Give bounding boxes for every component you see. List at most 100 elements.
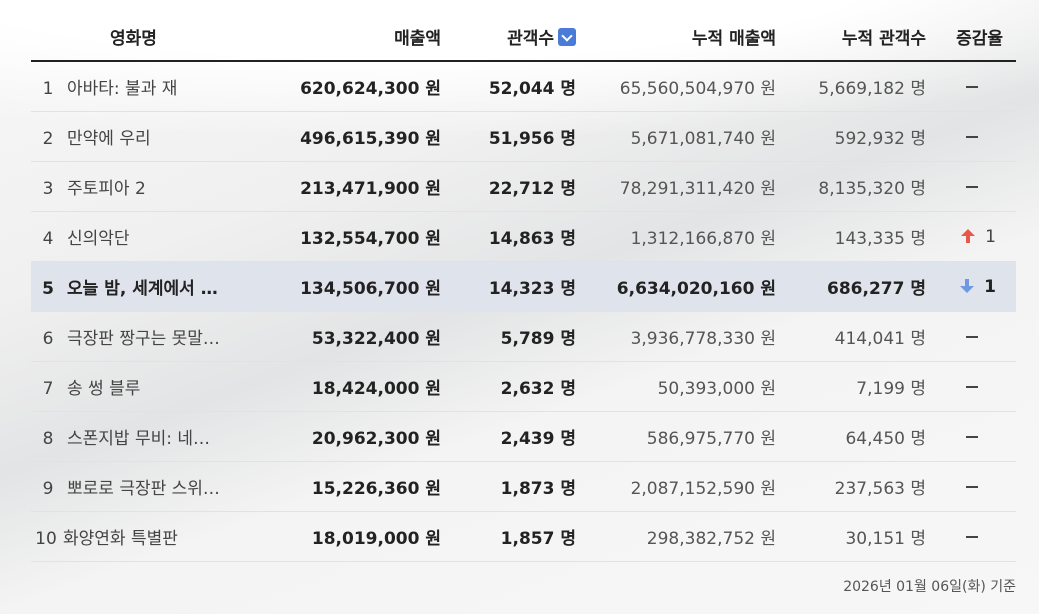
audience-cell: 1,857 명 [441, 511, 576, 562]
movie-title-link[interactable]: 극장판 짱구는 못말… [67, 329, 220, 349]
cum-sales-cell: 3,936,778,330 원 [576, 311, 776, 362]
movie-title-cell[interactable]: 4 신의악단 [31, 211, 236, 262]
movie-title-link[interactable]: 화양연화 특별판 [63, 529, 178, 549]
table-header: 영화명 매출액 관객수 누적 매출액 누적 관객수 증감율 [31, 12, 1016, 62]
change-cell [926, 61, 1016, 112]
rank-number: 2 [42, 129, 54, 149]
audience-cell: 1,873 명 [441, 461, 576, 512]
table-row[interactable]: 3 주토피아 2 213,471,900 원 22,712 명 78,291,311,4… [31, 161, 1016, 212]
sales-cell: 53,322,400 원 [236, 311, 441, 362]
audience-cell: 14,323 명 [441, 261, 576, 312]
rank-number: 4 [42, 229, 54, 249]
movie-title-cell[interactable]: 3 주토피아 2 [31, 161, 236, 212]
cum-audience-cell: 5,669,182 명 [776, 61, 926, 112]
cum-sales-cell: 5,671,081,740 원 [576, 111, 776, 162]
change-value: 1 [984, 276, 996, 297]
no-change-dash-icon [966, 485, 978, 488]
movie-title-cell[interactable]: 2 만약에 우리 [31, 111, 236, 162]
rank-number: 1 [42, 79, 54, 99]
cum-audience-cell: 686,277 명 [776, 261, 926, 312]
reference-date: 2026년 01월 06일(화) 기준 [843, 579, 1016, 595]
table-row[interactable]: 8 스폰지밥 무비: 네… 20,962,300 원 2,439 명 586,975,7… [31, 411, 1016, 462]
audience-cell: 52,044 명 [441, 61, 576, 112]
rank-number: 10 [35, 529, 57, 549]
rank-number: 5 [42, 279, 54, 299]
cum-audience-cell: 64,450 명 [776, 411, 926, 462]
audience-cell: 51,956 명 [441, 111, 576, 162]
sales-cell: 134,506,700 원 [236, 261, 441, 312]
movie-title-link[interactable]: 주토피아 2 [67, 179, 146, 199]
change-cell [926, 511, 1016, 562]
table-row[interactable]: 5 오늘 밤, 세계에서 … 134,506,700 원 14,323 명 6,634,… [31, 261, 1016, 312]
change-cell [926, 361, 1016, 412]
audience-cell: 14,863 명 [441, 211, 576, 262]
sort-dropdown-icon[interactable] [558, 27, 576, 46]
change-cell [926, 311, 1016, 362]
table-row[interactable]: 10 화양연화 특별판 18,019,000 원 1,857 명 298,382,752… [31, 511, 1016, 562]
cum-sales-cell: 65,560,504,970 원 [576, 61, 776, 112]
cum-audience-cell: 592,932 명 [776, 111, 926, 162]
sales-cell: 213,471,900 원 [236, 161, 441, 212]
no-change-dash-icon [966, 535, 978, 538]
audience-cell: 2,439 명 [441, 411, 576, 462]
audience-cell: 5,789 명 [441, 311, 576, 362]
movie-title-cell[interactable]: 6 극장판 짱구는 못말… [31, 311, 236, 362]
header-title: 영화명 [31, 12, 236, 62]
sales-cell: 620,624,300 원 [236, 61, 441, 112]
header-cum-audience: 누적 관객수 [776, 12, 926, 62]
change-cell [926, 461, 1016, 512]
movie-title-link[interactable]: 만약에 우리 [67, 129, 151, 149]
movie-title-cell[interactable]: 1 아바타: 불과 재 [31, 61, 236, 112]
movie-title-cell[interactable]: 10 화양연화 특별판 [31, 511, 236, 562]
header-audience[interactable]: 관객수 [441, 12, 576, 62]
cum-audience-cell: 143,335 명 [776, 211, 926, 262]
no-change-dash-icon [966, 385, 978, 388]
sales-cell: 18,019,000 원 [236, 511, 441, 562]
rank-number: 3 [42, 179, 54, 199]
header-row: 영화명 매출액 관객수 누적 매출액 누적 관객수 증감율 [31, 12, 1016, 62]
sales-cell: 18,424,000 원 [236, 361, 441, 412]
cum-sales-cell: 6,634,020,160 원 [576, 261, 776, 312]
movie-title-link[interactable]: 신의악단 [67, 229, 130, 249]
header-cum-sales: 누적 매출액 [576, 12, 776, 62]
sales-cell: 15,226,360 원 [236, 461, 441, 512]
box-office-table-container: 영화명 매출액 관객수 누적 매출액 누적 관객수 증감율 1 아바타: 불과 재… [31, 12, 1016, 562]
table-row[interactable]: 6 극장판 짱구는 못말… 53,322,400 원 5,789 명 3,936,778… [31, 311, 1016, 362]
rank-number: 9 [42, 479, 54, 499]
movie-title-cell[interactable]: 5 오늘 밤, 세계에서 … [31, 261, 236, 312]
rank-number: 7 [42, 379, 54, 399]
table-body: 1 아바타: 불과 재 620,624,300 원 52,044 명 65,560,50… [31, 61, 1016, 562]
cum-sales-cell: 298,382,752 원 [576, 511, 776, 562]
no-change-dash-icon [966, 335, 978, 338]
rank-up-arrow-icon [961, 228, 976, 243]
movie-title-link[interactable]: 스폰지밥 무비: 네… [67, 429, 210, 449]
change-cell: 1 [926, 261, 1016, 312]
movie-title-link[interactable]: 아바타: 불과 재 [67, 79, 177, 99]
rank-down-arrow-icon [960, 278, 975, 293]
table-row[interactable]: 7 송 썽 블루 18,424,000 원 2,632 명 50,393,000 원 7,… [31, 361, 1016, 412]
movie-title-cell[interactable]: 9 뽀로로 극장판 스위… [31, 461, 236, 512]
rank-number: 8 [42, 429, 54, 449]
cum-sales-cell: 50,393,000 원 [576, 361, 776, 412]
movie-title-cell[interactable]: 8 스폰지밥 무비: 네… [31, 411, 236, 462]
no-change-dash-icon [966, 85, 978, 88]
movie-title-cell[interactable]: 7 송 썽 블루 [31, 361, 236, 412]
sales-cell: 20,962,300 원 [236, 411, 441, 462]
table-row[interactable]: 9 뽀로로 극장판 스위… 15,226,360 원 1,873 명 2,087,152… [31, 461, 1016, 512]
header-audience-label: 관객수 [507, 28, 554, 49]
movie-title-link[interactable]: 오늘 밤, 세계에서 … [67, 279, 218, 299]
movie-title-link[interactable]: 뽀로로 극장판 스위… [67, 479, 220, 499]
cum-sales-cell: 586,975,770 원 [576, 411, 776, 462]
change-value: 1 [985, 226, 996, 247]
change-cell [926, 411, 1016, 462]
change-cell [926, 111, 1016, 162]
box-office-table: 영화명 매출액 관객수 누적 매출액 누적 관객수 증감율 1 아바타: 불과 재… [31, 12, 1016, 562]
cum-sales-cell: 2,087,152,590 원 [576, 461, 776, 512]
movie-title-link[interactable]: 송 썽 블루 [67, 379, 140, 399]
change-cell [926, 161, 1016, 212]
table-row[interactable]: 1 아바타: 불과 재 620,624,300 원 52,044 명 65,560,50… [31, 61, 1016, 112]
table-row[interactable]: 2 만약에 우리 496,615,390 원 51,956 명 5,671,081,74… [31, 111, 1016, 162]
table-row[interactable]: 4 신의악단 132,554,700 원 14,863 명 1,312,166,870 … [31, 211, 1016, 262]
audience-cell: 22,712 명 [441, 161, 576, 212]
header-sales: 매출액 [236, 12, 441, 62]
